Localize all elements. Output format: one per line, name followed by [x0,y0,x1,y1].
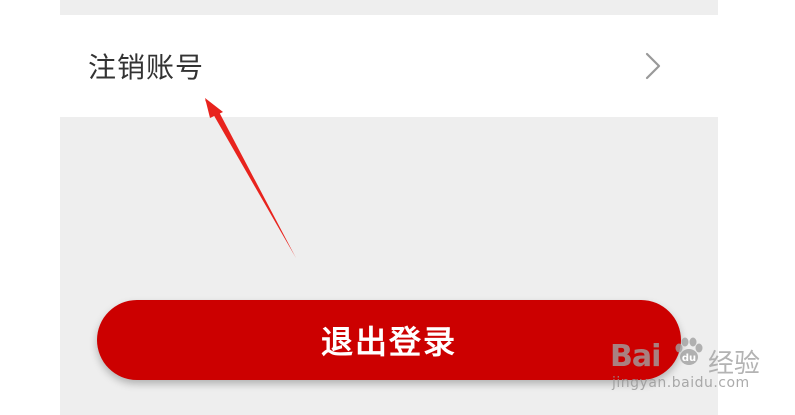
logout-label: 退出登录 [320,323,457,361]
chevron-right-icon [640,51,666,81]
baidu-jingyan-watermark: Bai du 经验 jingyan.baidu.com [610,325,790,400]
watermark-brand: Bai [610,339,661,374]
logout-button[interactable]: 退出登录 [97,300,681,380]
paw-icon: du [675,337,703,365]
svg-text:du: du [682,353,696,364]
deactivate-account-row[interactable]: 注销账号 [60,15,718,117]
screen: 注销账号 退出登录 Bai du 经验 jingyan.baidu.com [0,0,795,415]
deactivate-account-label: 注销账号 [88,51,205,84]
section-divider [60,0,718,15]
watermark-url: jingyan.baidu.com [612,375,750,391]
